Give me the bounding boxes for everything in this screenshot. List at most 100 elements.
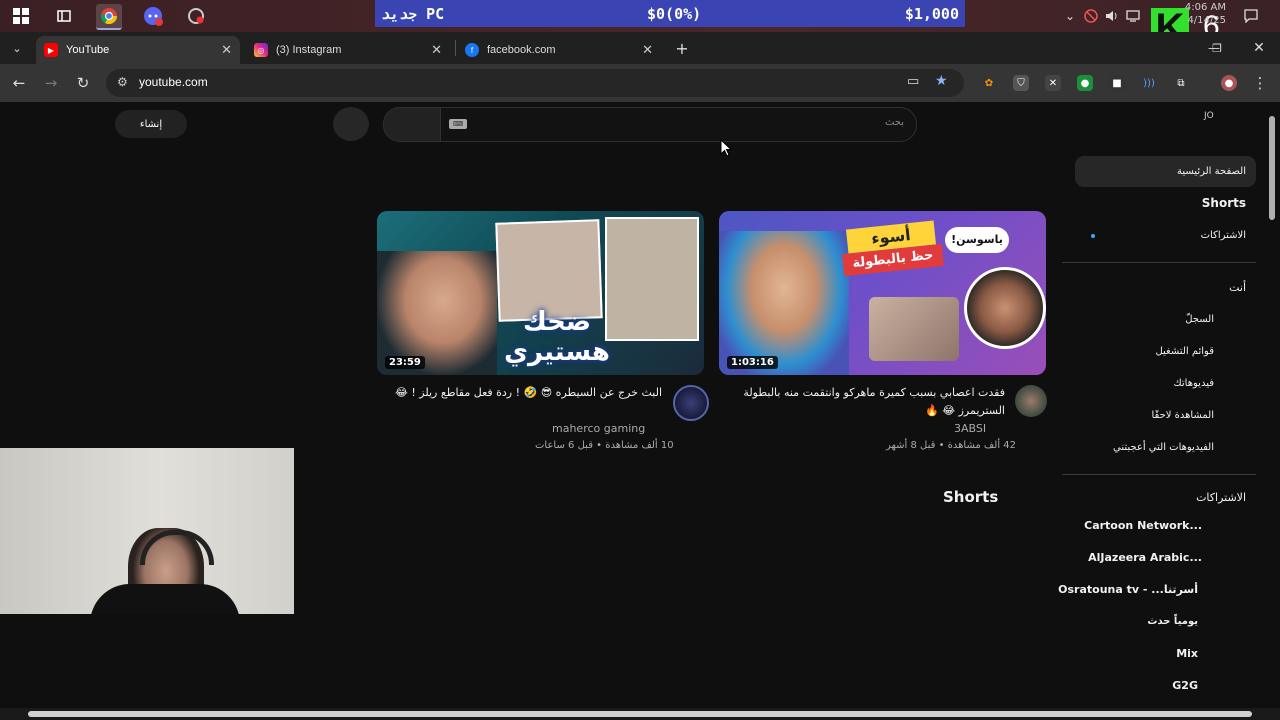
network-icon[interactable] bbox=[1125, 8, 1141, 24]
restore-button[interactable]: ❐ bbox=[1207, 38, 1227, 58]
video-meta: 10 ألف مشاهدة • قبل 6 ساعات bbox=[535, 440, 674, 451]
menu-dots-icon[interactable]: ⋮ bbox=[1250, 73, 1270, 93]
webcam-overlay bbox=[0, 448, 294, 614]
thumbnail-person-image bbox=[719, 231, 849, 375]
webcam-person-body bbox=[90, 584, 240, 614]
sidebar-channel[interactable]: G2G bbox=[1172, 670, 1198, 700]
extension-cookie-icon[interactable]: ✿ bbox=[981, 75, 997, 91]
search-button[interactable] bbox=[383, 107, 441, 142]
video-duration: 23:59 bbox=[385, 356, 425, 369]
banner-left-text: جديد PC bbox=[381, 4, 445, 23]
close-icon[interactable]: ✕ bbox=[221, 42, 232, 58]
extensions-puzzle-icon[interactable]: ⧉ bbox=[1173, 75, 1189, 91]
video-channel-name[interactable]: 3ABSI bbox=[954, 422, 986, 435]
banner-goal-text: $1,000 bbox=[904, 4, 959, 23]
site-settings-icon[interactable]: ⚙ bbox=[117, 75, 128, 89]
tab-facebook[interactable]: f facebook.com ✕ bbox=[457, 36, 661, 64]
extension-chat-icon[interactable]: ● bbox=[1077, 75, 1093, 91]
close-icon[interactable]: ✕ bbox=[431, 42, 442, 58]
sidebar-item-liked-videos[interactable]: الفيديوهات التي أعجبتني bbox=[1113, 432, 1214, 462]
video-thumbnail[interactable]: ضحك هستيري 23:59 bbox=[377, 211, 704, 375]
keyboard-icon[interactable]: ⌨ bbox=[449, 119, 467, 129]
back-arrow-icon[interactable]: ← bbox=[9, 73, 29, 93]
sidebar-item-home[interactable]: الصفحة الرئيسية bbox=[1177, 156, 1246, 186]
sidebar-item-your-videos[interactable]: فيديوهاتك bbox=[1173, 368, 1214, 398]
windows-taskbar: جديد PC $0(0%) $1,000 ⌄ K 6 4:06 AM 4/14… bbox=[0, 0, 1280, 48]
banner-progress-text: $0(0%) bbox=[647, 4, 702, 23]
video-title[interactable]: فقدت اعصابي بسبب كميرة ماهركو وانتقمت من… bbox=[705, 384, 1005, 420]
window-close-button[interactable]: ✕ bbox=[1249, 38, 1269, 58]
video-duration: 1:03:16 bbox=[727, 356, 778, 369]
sidebar-channel[interactable]: Cartoon Network... bbox=[1084, 510, 1202, 540]
sidebar-divider bbox=[1062, 474, 1256, 475]
security-icon[interactable] bbox=[1083, 8, 1099, 24]
horizontal-scrollbar[interactable] bbox=[0, 708, 1280, 720]
address-bar[interactable]: ⚙ youtube.com ▭ ★ bbox=[106, 69, 964, 97]
sidebar-item-playlists[interactable]: قوائم التشغيل bbox=[1155, 336, 1214, 366]
sidebar-channel[interactable]: Osratouna tv - ...أسرتنا bbox=[1058, 574, 1198, 604]
recording-app-icon[interactable] bbox=[183, 4, 209, 28]
forward-arrow-icon[interactable]: → bbox=[41, 73, 61, 93]
sidebar-item-shorts[interactable]: Shorts bbox=[1202, 188, 1246, 218]
video-thumbnail[interactable]: أسوء حظ بالبطولة !ياسوسن 1:03:16 bbox=[719, 211, 1046, 375]
address-url: youtube.com bbox=[139, 75, 208, 89]
windows-start-icon[interactable] bbox=[8, 4, 34, 28]
tab-divider bbox=[455, 40, 456, 56]
sidebar-channel[interactable]: Mix bbox=[1176, 638, 1198, 668]
clock-time: 4:06 AM bbox=[1184, 2, 1226, 13]
extension-shield-icon[interactable]: ⛉ bbox=[1013, 75, 1029, 91]
sidebar-divider bbox=[1062, 262, 1256, 263]
sidebar-item-history[interactable]: السجلّ bbox=[1185, 304, 1214, 334]
thumbnail-collage-image bbox=[605, 217, 699, 341]
stream-goal-banner: جديد PC $0(0%) $1,000 bbox=[375, 0, 965, 27]
browser-tab-strip: ⌄ ▶ YouTube ✕ ◎ (3) Instagram ✕ f facebo… bbox=[0, 32, 1280, 64]
sidebar-item-watch-later[interactable]: المشاهدة لاحقًا bbox=[1151, 400, 1214, 430]
mouse-cursor-icon bbox=[720, 139, 732, 157]
tab-search-icon[interactable]: ⌄ bbox=[7, 38, 27, 58]
sidebar-item-subscriptions[interactable]: الاشتراكات bbox=[1201, 220, 1246, 250]
sidebar-channel[interactable]: AlJazeera Arabic... bbox=[1088, 542, 1202, 572]
extension-tool-icon[interactable]: ✕ bbox=[1045, 75, 1061, 91]
tab-instagram[interactable]: ◎ (3) Instagram ✕ bbox=[246, 36, 450, 64]
vertical-scrollbar-thumb[interactable] bbox=[1269, 116, 1275, 220]
thumbnail-speech-bubble: !ياسوسن bbox=[945, 227, 1009, 253]
create-button[interactable]: إنشاء bbox=[115, 110, 187, 138]
video-meta: 42 ألف مشاهدة • قبل 8 أشهر bbox=[886, 440, 1017, 451]
system-clock[interactable]: 4:06 AM 4/14/25 bbox=[1180, 1, 1226, 27]
chrome-taskbar-icon[interactable] bbox=[96, 4, 122, 30]
task-view-icon[interactable] bbox=[51, 4, 77, 28]
thumbnail-circle-image bbox=[964, 267, 1046, 349]
discord-taskbar-icon[interactable] bbox=[140, 4, 166, 28]
chevron-up-icon[interactable]: ⌄ bbox=[1062, 8, 1078, 24]
sidebar-subscriptions-header: الاشتراكات bbox=[1196, 490, 1246, 504]
volume-icon[interactable] bbox=[1104, 8, 1120, 24]
extension-box-icon[interactable]: ■ bbox=[1109, 75, 1125, 91]
browser-toolbar: ← → ↻ ⚙ youtube.com ▭ ★ ✿ ⛉ ✕ ● ■ ))) ⧉ … bbox=[0, 64, 1280, 102]
video-channel-name[interactable]: maherco gaming bbox=[552, 422, 645, 435]
voice-search-button[interactable] bbox=[333, 107, 369, 141]
thumbnail-text: ضحك هستيري bbox=[504, 307, 610, 367]
clock-date: 4/14/25 bbox=[1187, 15, 1226, 26]
extension-wave-icon[interactable]: ))) bbox=[1141, 75, 1157, 91]
horizontal-scrollbar-thumb[interactable] bbox=[28, 711, 1252, 717]
close-icon[interactable]: ✕ bbox=[642, 42, 653, 58]
profile-avatar[interactable]: ● bbox=[1221, 75, 1237, 91]
tab-title: (3) Instagram bbox=[276, 44, 342, 56]
sidebar-channel[interactable]: يومياً حدث bbox=[1147, 606, 1198, 636]
channel-avatar[interactable] bbox=[673, 385, 709, 421]
search-placeholder: بحث bbox=[884, 117, 904, 128]
search-input[interactable]: ⌨ بحث bbox=[440, 107, 917, 142]
sidebar-you-header[interactable]: أنت bbox=[1229, 272, 1246, 302]
thumbnail-scene-image bbox=[869, 297, 959, 361]
tab-youtube[interactable]: ▶ YouTube ✕ bbox=[36, 36, 240, 64]
reload-icon[interactable]: ↻ bbox=[73, 73, 93, 93]
facebook-icon: f bbox=[465, 43, 479, 57]
bookmark-star-icon[interactable]: ★ bbox=[935, 73, 948, 89]
new-content-dot bbox=[1091, 234, 1095, 238]
notification-icon[interactable] bbox=[1243, 8, 1259, 24]
tab-title: YouTube bbox=[66, 44, 110, 56]
channel-avatar[interactable] bbox=[1015, 385, 1047, 417]
new-tab-button[interactable]: + bbox=[672, 38, 692, 58]
cast-icon[interactable]: ▭ bbox=[907, 74, 919, 89]
video-title[interactable]: البث خرج عن السيطره 😎 🤣 ! ردة فعل مقاطع … bbox=[362, 384, 662, 402]
